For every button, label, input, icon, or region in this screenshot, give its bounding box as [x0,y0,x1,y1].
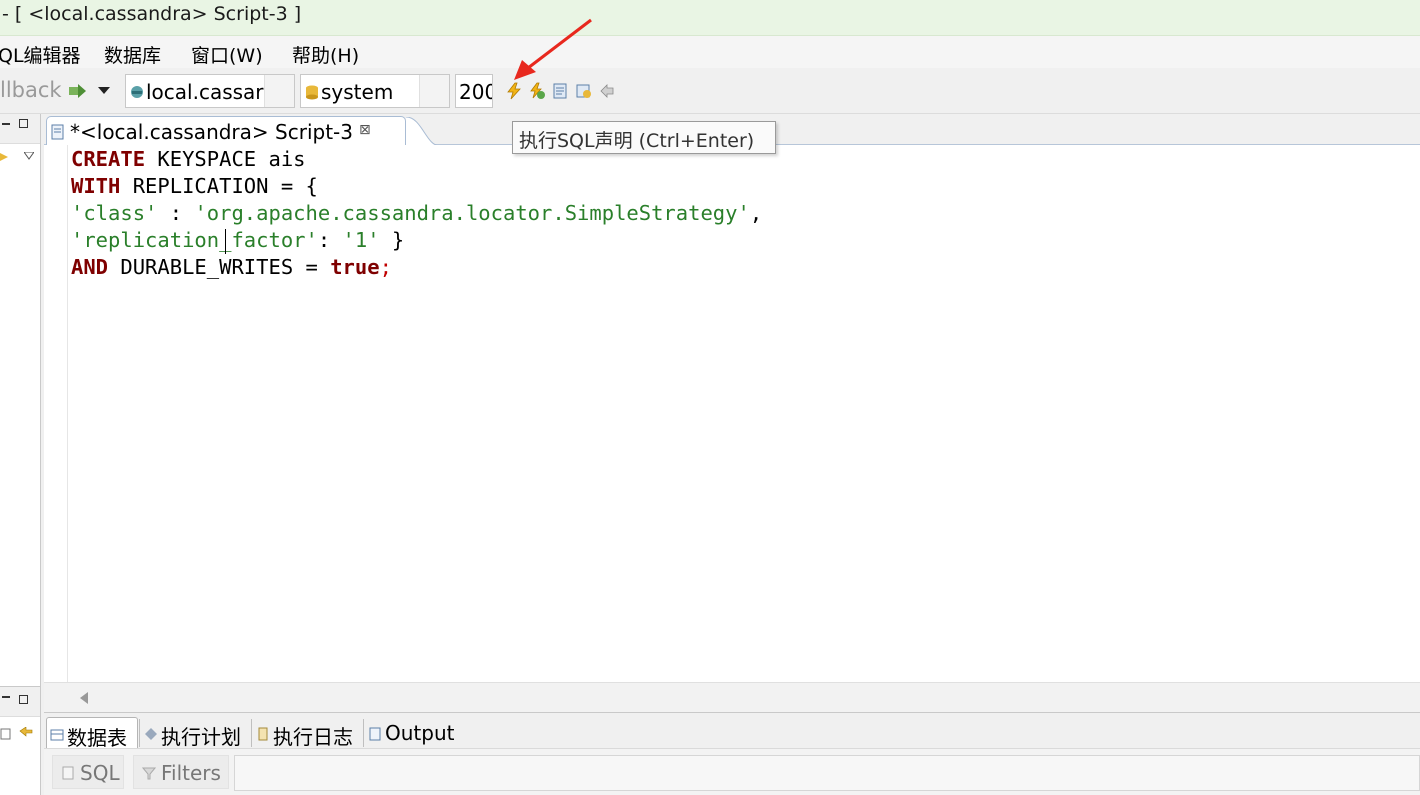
sync-icon[interactable] [18,727,34,741]
code-semicolon: ; [379,255,392,279]
sql-button[interactable]: SQL [52,755,124,789]
code-text: , [749,201,763,225]
project-panel-header [0,687,40,717]
maximize-icon[interactable] [19,695,28,704]
tab-script-3[interactable]: *<local.cassandra> Script-3 ⊠ [46,116,406,146]
close-tab-icon[interactable]: ⊠ [359,122,371,138]
code-keyword: AND [71,255,109,279]
execute-tooltip-text: 执行SQL声明 (Ctrl+Enter) [519,130,755,152]
connection-selector[interactable]: local.cassar [125,74,295,108]
tab-execution-log-label: 执行日志 [273,725,353,749]
result-filter-bar: SQL Filters [44,748,1420,795]
connection-icon [131,86,143,98]
filter-input[interactable] [234,755,1420,791]
code-string: '1' [342,228,380,252]
code-string: 'org.apache.cassandra.locator.SimpleStra… [194,201,750,225]
filters-button-label: Filters [161,761,221,785]
navigator-panel [0,114,41,686]
tab-script-3-label: *<local.cassandra> Script-3 [70,120,353,144]
navigator-panel-header [0,114,40,144]
tab-data-table-label: 数据表 [67,726,127,750]
tab-execution-plan[interactable]: 执行计划 [141,717,249,749]
result-limit-input[interactable]: 200 [455,74,493,108]
main-toolbar: llback local.cassar system 200 [0,68,1420,114]
minimize-icon[interactable] [2,696,10,698]
execute-tooltip: 执行SQL声明 (Ctrl+Enter) [512,121,776,154]
annotation-arrow [514,18,592,80]
code-keyword: WITH [71,174,121,198]
format-sql-icon[interactable] [598,82,616,100]
schema-name: system [321,80,394,104]
editor-gutter [44,145,68,682]
output-icon [369,727,381,741]
log-icon [258,727,268,741]
sql-editor[interactable]: CREATE KEYSPACE ais WITH REPLICATION = {… [44,145,1420,682]
code-text: } [379,228,405,252]
transaction-dropdown-icon[interactable] [98,87,110,94]
plan-icon [145,728,157,740]
menu-window[interactable]: 窗口(W) [191,41,263,68]
filter-icon [142,767,156,780]
text-caret [225,229,226,254]
sql-code: CREATE KEYSPACE ais WITH REPLICATION = {… [71,146,762,281]
code-string: 'replication_factor' [71,228,318,252]
tab-output[interactable]: Output [365,717,461,749]
sql-script-icon [51,124,64,140]
menu-help[interactable]: 帮助(H) [292,41,359,68]
database-icon [306,85,318,100]
code-text: : [157,201,195,225]
connection-dropdown-button[interactable] [264,75,294,107]
result-tab-bar: 数据表 执行计划 执行日志 Output [44,712,1420,750]
code-string: 'class' [71,201,158,225]
tab-execution-plan-label: 执行计划 [161,725,241,749]
collapse-all-icon[interactable] [0,727,12,741]
menu-sql-editor[interactable]: QL编辑器 [0,41,81,68]
code-keyword: CREATE [71,147,146,171]
minimize-icon[interactable] [2,123,10,125]
schema-selector[interactable]: system [300,74,450,108]
code-text: DURABLE_WRITES = [108,255,331,279]
result-limit-value: 200 [459,80,492,104]
rollback-button[interactable]: llback [0,78,62,102]
schema-dropdown-button[interactable] [419,75,449,107]
filters-button[interactable]: Filters [133,755,229,789]
transaction-mode-icon[interactable] [68,82,88,100]
tab-edge [406,117,440,146]
scroll-left-icon[interactable] [80,692,88,704]
tab-separator [139,719,140,747]
window-title: - [ <local.cassandra> Script-3 ] [2,3,302,25]
project-panel [0,686,41,795]
link-editor-icon[interactable] [0,151,12,163]
menu-database[interactable]: 数据库 [104,41,161,68]
tab-separator [363,719,364,747]
tab-data-table[interactable]: 数据表 [46,717,138,750]
title-bar: - [ <local.cassandra> Script-3 ] [0,0,1420,36]
editor-hscrollbar[interactable] [44,682,1420,712]
code-text: : [317,228,343,252]
view-menu-icon[interactable] [24,152,34,160]
tab-output-label: Output [385,721,455,745]
connection-name: local.cassar [146,80,264,104]
menu-bar: QL编辑器 数据库 窗口(W) 帮助(H) [0,36,1420,68]
code-text: REPLICATION = { [120,174,318,198]
tab-separator [251,719,252,747]
maximize-icon[interactable] [19,119,28,128]
code-keyword: true [330,255,380,279]
code-text: KEYSPACE ais [145,147,306,171]
table-icon [50,729,64,741]
tab-execution-log[interactable]: 执行日志 [253,717,361,749]
sql-icon [62,766,74,780]
sql-button-label: SQL [80,761,120,785]
